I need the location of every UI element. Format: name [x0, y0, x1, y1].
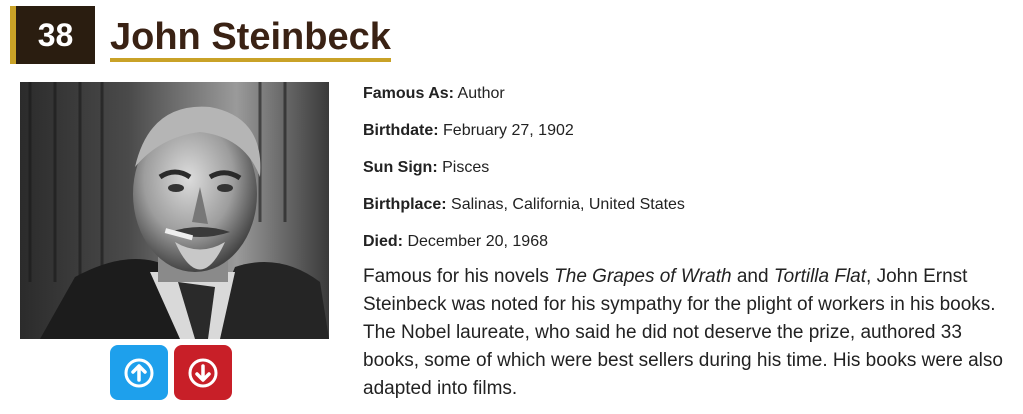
upvote-button[interactable] [110, 345, 168, 400]
fact-label: Died: [363, 233, 403, 250]
bio-book-title: The Grapes of Wrath [554, 266, 732, 287]
fact-value: Author [457, 85, 505, 102]
arrow-down-circle-icon [188, 358, 218, 387]
fact-value: Salinas, California, United States [451, 196, 685, 213]
biography-text: Famous for his novels The Grapes of Wrat… [363, 263, 1008, 403]
fact-sun-sign: Sun Sign: Pisces [363, 158, 1013, 195]
bio-text: Famous for his novels [363, 266, 555, 287]
fact-famous-as: Famous As: Author [363, 84, 1013, 121]
person-name-wrap: John Steinbeck [110, 6, 391, 64]
fact-value: February 27, 1902 [443, 122, 574, 139]
fact-label: Birthplace: [363, 196, 447, 213]
bio-book-title: Tortilla Flat [773, 266, 867, 287]
bio-text: and [731, 266, 774, 287]
arrow-up-circle-icon [124, 358, 154, 387]
person-name[interactable]: John Steinbeck [110, 6, 391, 56]
rank-number: 38 [16, 6, 95, 64]
fact-label: Birthdate: [363, 122, 439, 139]
fact-birthplace: Birthplace: Salinas, California, United … [363, 195, 1013, 232]
fact-value: Pisces [442, 159, 490, 176]
fact-label: Famous As: [363, 85, 454, 102]
facts-list: Famous As: Author Birthdate: February 27… [363, 84, 1013, 269]
person-photo [20, 82, 329, 339]
rank-badge: 38 [10, 6, 95, 64]
downvote-button[interactable] [174, 345, 232, 400]
fact-value: December 20, 1968 [407, 233, 548, 250]
fact-label: Sun Sign: [363, 159, 438, 176]
name-underline [110, 58, 391, 62]
fact-birthdate: Birthdate: February 27, 1902 [363, 121, 1013, 158]
person-header: 38 John Steinbeck [10, 6, 391, 64]
vote-buttons [110, 345, 232, 400]
